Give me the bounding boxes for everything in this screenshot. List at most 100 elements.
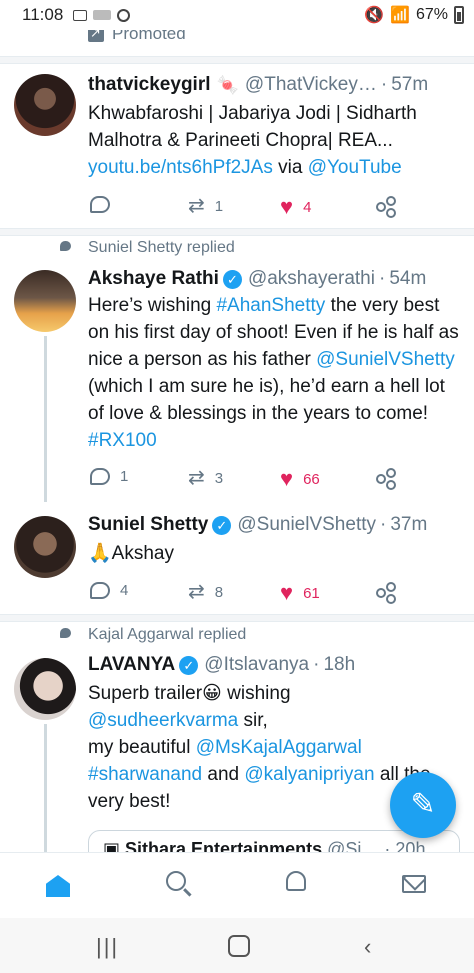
heart-icon: ♥ xyxy=(280,194,294,219)
bell-icon xyxy=(286,871,306,891)
share-button[interactable] xyxy=(376,468,396,488)
handle[interactable]: @Itslavanya xyxy=(204,654,309,676)
handle[interactable]: @akshayerathi xyxy=(248,268,375,290)
home-icon xyxy=(46,875,70,897)
hashtag-link[interactable]: #sharwanand xyxy=(88,764,202,785)
timestamp: 18h xyxy=(323,654,356,675)
battery-icon xyxy=(454,6,464,24)
battery-percent: 67% xyxy=(415,6,448,23)
retweet-button[interactable]: ⇄ 1 xyxy=(188,196,223,216)
home-nav-icon[interactable] xyxy=(228,935,250,957)
mention-link[interactable]: @MsKajalAggarwal xyxy=(196,737,362,758)
compose-feather-icon: ✎ xyxy=(410,788,436,821)
link[interactable]: youtu.be/nts6hPf2JAs xyxy=(88,157,273,178)
avatar[interactable] xyxy=(14,658,76,720)
mention-link[interactable]: @YouTube xyxy=(308,157,402,178)
mention-link[interactable]: @kalyanipriyan xyxy=(244,764,374,785)
tab-home[interactable] xyxy=(46,871,76,901)
avatar[interactable] xyxy=(14,516,76,578)
share-button[interactable] xyxy=(376,582,396,602)
promoted-icon xyxy=(88,30,104,42)
quoted-handle: @Si… xyxy=(327,839,380,852)
display-name[interactable]: Suniel Shetty xyxy=(88,514,208,536)
quote-icon: ▣ xyxy=(103,839,121,852)
tweet-actions: ⇄ 1 ♥ 4 xyxy=(88,196,408,220)
retweet-icon: ⇄ xyxy=(188,581,205,603)
pinterest-icon xyxy=(117,8,131,22)
handle[interactable]: @SunielVShetty xyxy=(237,514,376,536)
tab-search[interactable] xyxy=(166,871,196,901)
like-button[interactable]: ♥ 61 xyxy=(280,582,320,604)
reply-icon xyxy=(90,582,110,599)
retweet-icon: ⇄ xyxy=(188,467,205,489)
reply-context-icon xyxy=(60,628,71,638)
timestamp: 37m xyxy=(390,514,428,535)
tweet-header: thatvickeygirl 🍬 @ThatVickey… · 57m xyxy=(88,74,429,96)
reply-icon xyxy=(90,196,110,213)
quoted-tweet-card[interactable]: ▣ Sithara Entertainments @Si… · 20h xyxy=(88,830,460,852)
tweet-header: Suniel Shetty ✓ @SunielVShetty · 37m xyxy=(88,514,428,536)
mute-icon: 🔇 xyxy=(364,7,385,24)
tweet-text: Here’s wishing #AhanShetty the very best… xyxy=(88,295,459,451)
reply-button[interactable] xyxy=(90,196,120,213)
tab-messages[interactable] xyxy=(402,871,432,901)
timestamp: 54m xyxy=(389,268,427,289)
reply-button[interactable]: 1 xyxy=(90,468,128,485)
display-name[interactable]: thatvickeygirl xyxy=(88,74,211,96)
hashtag-link[interactable]: #AhanShetty xyxy=(216,295,325,316)
mention-link[interactable]: @sudheerkvarma xyxy=(88,710,238,731)
quoted-name: Sithara Entertainments xyxy=(125,839,323,852)
verified-icon: ✓ xyxy=(222,269,242,289)
wifi-icon: 📶 xyxy=(390,7,410,24)
reply-context: Suniel Shetty replied xyxy=(60,239,235,257)
like-button[interactable]: ♥ 66 xyxy=(280,468,320,490)
verified-icon: ✓ xyxy=(212,515,232,535)
divider xyxy=(0,228,474,236)
display-name[interactable]: LAVANYA xyxy=(88,654,175,676)
heart-icon: ♥ xyxy=(280,580,294,605)
tweet-text: Khwabfaroshi | Jabariya Jodi | Sidharth … xyxy=(88,103,417,178)
divider xyxy=(0,614,474,622)
image-icon xyxy=(73,9,88,21)
reply-context-icon xyxy=(60,241,71,251)
tweet-text: 🙏Akshay xyxy=(88,543,174,564)
quoted-timestamp: 20h xyxy=(395,839,426,852)
avatar[interactable] xyxy=(14,74,76,136)
status-time: 11:08 xyxy=(22,5,64,24)
badge-icon: 🍬 xyxy=(216,74,239,95)
hashtag-link[interactable]: #RX100 xyxy=(88,430,157,451)
tweet-actions: 1 ⇄ 3 ♥ 66 xyxy=(88,468,408,492)
timeline-feed[interactable]: Promoted thatvickeygirl 🍬 @ThatVickey… ·… xyxy=(0,30,474,852)
thread-line xyxy=(44,336,47,502)
reply-button[interactable]: 4 xyxy=(90,582,128,599)
mention-link[interactable]: @SunielVShetty xyxy=(316,349,455,370)
tweet-actions: 4 ⇄ 8 ♥ 61 xyxy=(88,582,408,606)
retweet-button[interactable]: ⇄ 3 xyxy=(188,468,223,488)
back-icon[interactable]: ‹ xyxy=(364,934,371,960)
status-bar: 11:08 🔇 📶 67% xyxy=(0,0,474,30)
divider xyxy=(0,56,474,64)
heart-icon: ♥ xyxy=(280,466,294,491)
reply-context: Kajal Aggarwal replied xyxy=(60,626,246,644)
system-nav-bar: ||| ‹ xyxy=(0,918,474,973)
avatar[interactable] xyxy=(14,270,76,332)
bottom-tab-bar xyxy=(0,852,474,918)
share-button[interactable] xyxy=(376,196,396,216)
handle[interactable]: @ThatVickey… xyxy=(245,74,377,96)
like-button[interactable]: ♥ 4 xyxy=(280,196,311,218)
mail-icon xyxy=(402,875,426,893)
share-icon xyxy=(376,582,396,602)
share-icon xyxy=(376,468,396,488)
retweet-button[interactable]: ⇄ 8 xyxy=(188,582,223,602)
display-name[interactable]: Akshaye Rathi xyxy=(88,268,219,290)
tweet-header: LAVANYA ✓ @Itslavanya · 18h xyxy=(88,654,356,676)
compose-tweet-button[interactable]: ✎ xyxy=(390,772,456,838)
tweet-header: Akshaye Rathi ✓ @akshayerathi · 54m xyxy=(88,268,427,290)
verified-icon: ✓ xyxy=(179,655,199,675)
search-icon xyxy=(166,871,186,891)
reply-icon xyxy=(90,468,110,485)
promoted-label: Promoted xyxy=(88,30,186,44)
tab-notifications[interactable] xyxy=(282,871,312,901)
recent-apps-icon[interactable]: ||| xyxy=(96,934,119,960)
share-icon xyxy=(376,196,396,216)
